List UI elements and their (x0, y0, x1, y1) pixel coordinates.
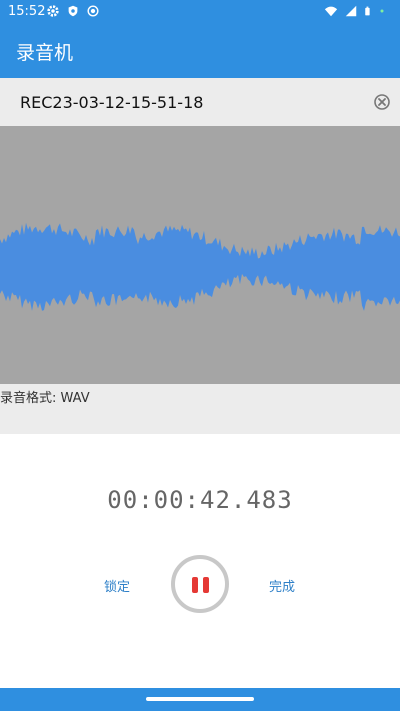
record-icon (87, 5, 99, 17)
status-bar: 15:52 (0, 0, 400, 24)
signal-icon (345, 5, 357, 17)
home-handle[interactable] (146, 697, 254, 701)
waveform-shape (0, 222, 400, 311)
file-name-text[interactable]: REC23-03-12-15-51-18 (20, 93, 203, 112)
clear-icon[interactable] (374, 94, 390, 110)
elapsed-timer: 00:00:42.483 (107, 486, 293, 514)
format-label: 录音格式: WAV (0, 391, 90, 406)
pause-button[interactable] (171, 555, 229, 613)
waveform-view (0, 126, 400, 384)
battery-icon (365, 6, 370, 16)
lock-button[interactable]: 锁定 (104, 576, 130, 595)
app-bar: 录音机 (0, 24, 400, 78)
waveform-graph (0, 222, 400, 311)
gear-icon (47, 5, 59, 17)
pause-icon (203, 577, 209, 593)
file-name-field[interactable]: REC23-03-12-15-51-18 (0, 78, 400, 126)
app-title: 录音机 (16, 42, 74, 64)
pause-icon (192, 577, 198, 593)
shield-icon (68, 5, 78, 17)
status-time: 15:52 (8, 4, 46, 19)
format-row: 录音格式: WAV (0, 384, 400, 434)
wifi-icon (324, 6, 338, 17)
done-button[interactable]: 完成 (269, 576, 295, 595)
navigation-bar (0, 688, 400, 711)
dot-icon (380, 9, 384, 13)
